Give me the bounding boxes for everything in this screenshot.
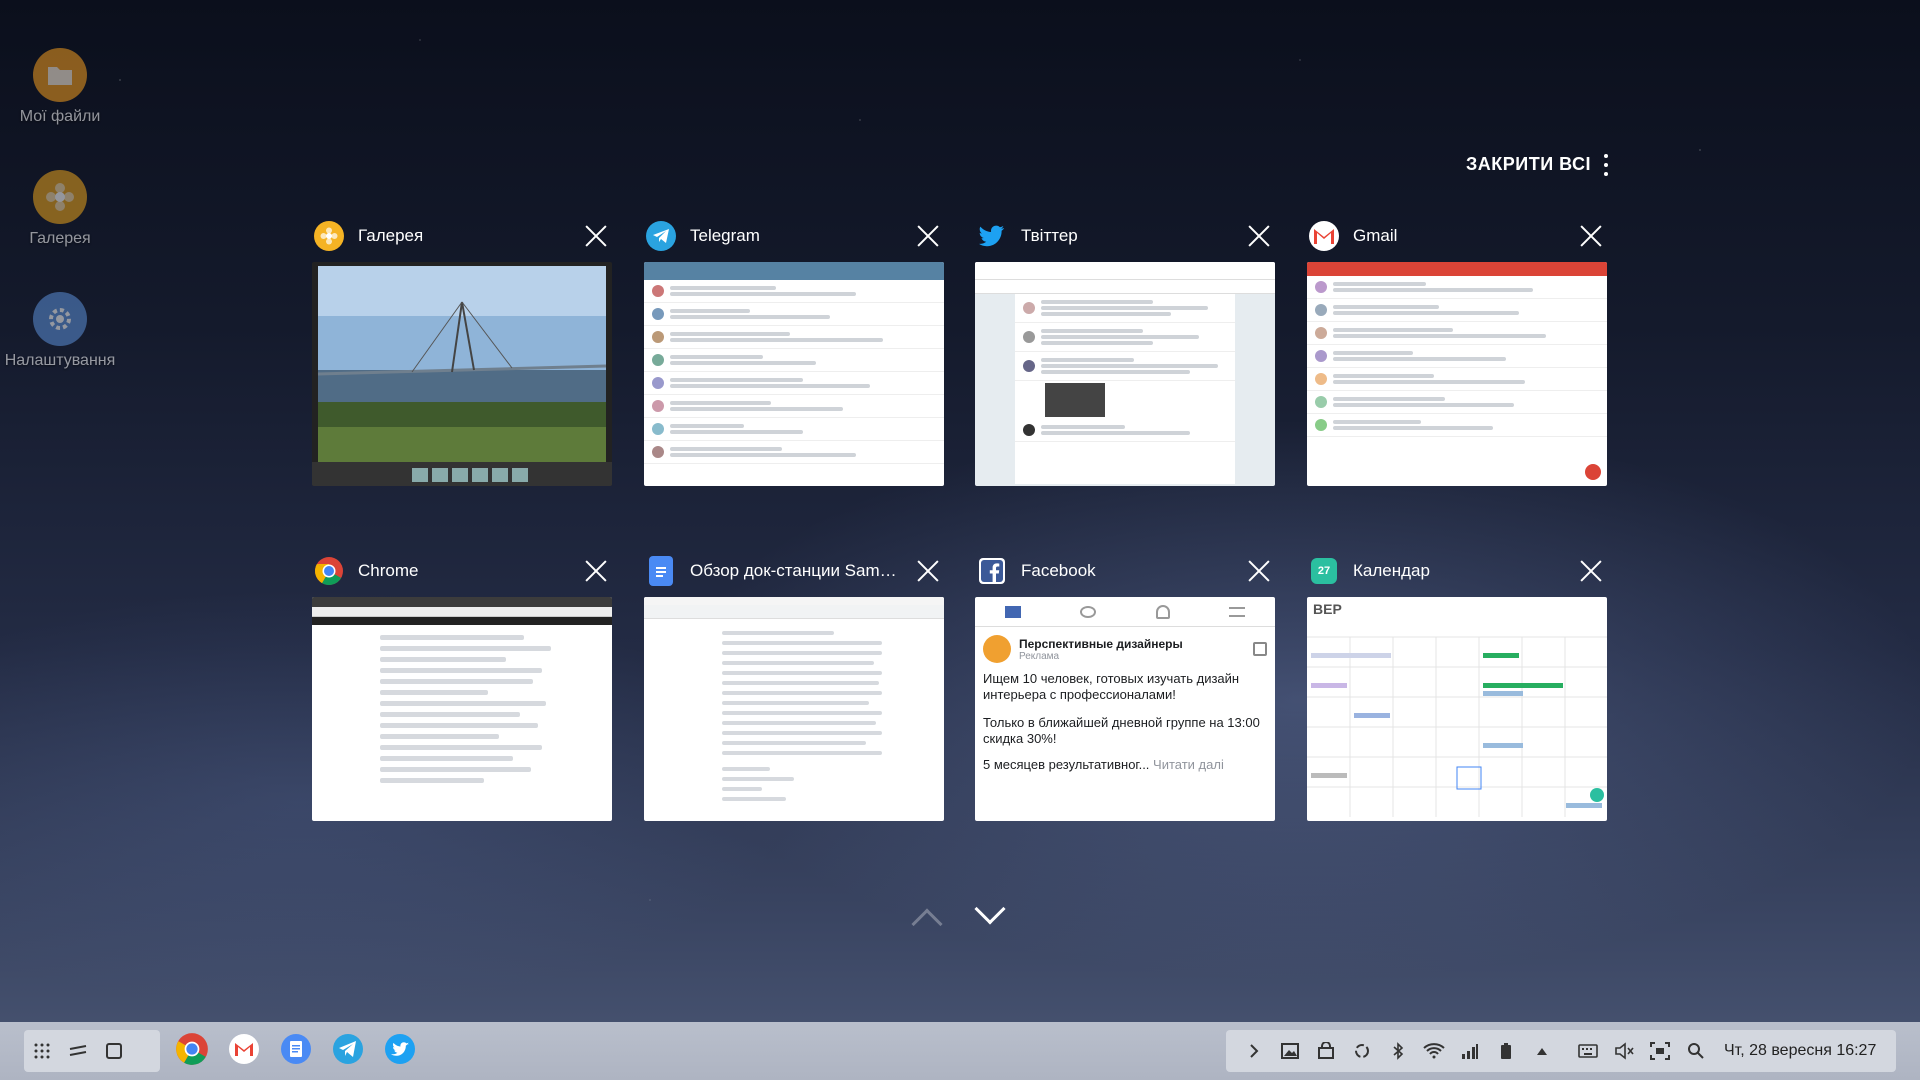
card-thumbnail[interactable] — [644, 597, 944, 821]
close-icon[interactable] — [1579, 224, 1603, 248]
card-header: Telegram — [644, 216, 944, 256]
close-icon[interactable] — [584, 559, 608, 583]
recent-card-calendar[interactable]: 27 Календар ВЕР — [1307, 551, 1607, 821]
chevron-right-icon[interactable] — [1236, 1033, 1272, 1069]
folder-icon — [33, 48, 87, 102]
system-tray: Чт, 28 вересня 16:27 — [1226, 1030, 1896, 1072]
more-options-icon[interactable] — [1596, 152, 1616, 178]
search-icon[interactable] — [1678, 1033, 1714, 1069]
keyboard-icon[interactable] — [1570, 1033, 1606, 1069]
card-header: Твіттер — [975, 216, 1275, 256]
card-thumbnail[interactable] — [1307, 262, 1607, 486]
recent-card-facebook[interactable]: Facebook Перспективные дизайнеры Реклама… — [975, 551, 1275, 821]
caret-up-icon[interactable] — [1524, 1033, 1560, 1069]
fb-post-text-2: Только в ближайшей дневной группе на 13:… — [983, 715, 1260, 746]
gear-icon — [33, 292, 87, 346]
wallpaper — [0, 0, 1920, 1080]
recents-icon[interactable] — [60, 1033, 96, 1069]
recent-card-twitter[interactable]: Твіттер — [975, 216, 1275, 486]
card-title: Gmail — [1353, 226, 1398, 245]
desktop-icon-my-files[interactable]: Мої файли — [0, 48, 120, 125]
card-header: 27 Календар — [1307, 551, 1607, 591]
card-thumbnail[interactable] — [644, 262, 944, 486]
card-title: Твіттер — [1021, 226, 1078, 245]
card-thumbnail[interactable]: ВЕР — [1307, 597, 1607, 821]
card-title: Telegram — [690, 226, 760, 245]
fb-post-text-1: Ищем 10 человек, готовых изучать дизайн … — [983, 671, 1240, 702]
like-icon — [1253, 642, 1267, 656]
card-title: Календар — [1353, 561, 1430, 580]
desktop-icon-label: Налаштування — [4, 352, 116, 369]
fb-sponsored: Реклама — [1019, 650, 1060, 662]
apps-grid-icon[interactable] — [24, 1033, 60, 1069]
flower-icon — [33, 170, 87, 224]
card-thumbnail[interactable] — [312, 597, 612, 821]
twitter-icon[interactable] — [382, 1031, 418, 1067]
desktop-icon-gallery[interactable]: Галерея — [0, 170, 120, 247]
taskbar-apps — [174, 1031, 418, 1067]
recent-card-gmail[interactable]: Gmail — [1307, 216, 1607, 486]
home-icon[interactable] — [96, 1033, 132, 1069]
docs-icon — [649, 556, 673, 586]
close-all-button[interactable]: ЗАКРИТИ ВСІ — [1466, 154, 1591, 175]
card-header: Chrome — [312, 551, 612, 591]
taskbar-nav-group — [24, 1030, 160, 1072]
close-icon[interactable] — [916, 559, 940, 583]
close-icon[interactable] — [1247, 559, 1271, 583]
telegram-icon — [646, 221, 676, 251]
recent-card-gallery[interactable]: Галерея — [312, 216, 612, 486]
docs-icon[interactable] — [278, 1031, 314, 1067]
desktop-icon-settings[interactable]: Налаштування — [0, 292, 120, 369]
close-icon[interactable] — [916, 224, 940, 248]
card-header: Gmail — [1307, 216, 1607, 256]
card-thumbnail[interactable] — [975, 262, 1275, 486]
facebook-icon — [979, 558, 1005, 584]
recent-card-telegram[interactable]: Telegram — [644, 216, 944, 486]
battery-icon[interactable] — [1488, 1033, 1524, 1069]
fb-read-more-link[interactable]: Читати далі — [1153, 757, 1224, 772]
card-title: Галерея — [358, 226, 424, 245]
card-title: Chrome — [358, 561, 419, 580]
recent-card-chrome[interactable]: Chrome — [312, 551, 612, 821]
card-title: Обзор док-станции Samsung... — [690, 561, 900, 580]
clock[interactable]: Чт, 28 вересня 16:27 — [1724, 1042, 1876, 1060]
gmail-icon — [1309, 221, 1339, 251]
close-icon[interactable] — [1579, 559, 1603, 583]
image-icon[interactable] — [1272, 1033, 1308, 1069]
store-icon[interactable] — [1308, 1033, 1344, 1069]
signal-icon[interactable] — [1452, 1033, 1488, 1069]
card-thumbnail[interactable] — [312, 262, 612, 486]
taskbar: Чт, 28 вересня 16:27 — [0, 1022, 1920, 1080]
gallery-icon — [314, 221, 344, 251]
desktop-icon-label: Мої файли — [19, 108, 101, 125]
thumb-toolbar — [644, 262, 944, 280]
screenshot-icon[interactable] — [1642, 1033, 1678, 1069]
close-icon[interactable] — [584, 224, 608, 248]
sync-icon[interactable] — [1344, 1033, 1380, 1069]
bluetooth-icon[interactable] — [1380, 1033, 1416, 1069]
fb-page-name: Перспективные дизайнеры — [1019, 636, 1183, 651]
card-title: Facebook — [1021, 561, 1096, 580]
recent-card-docs[interactable]: Обзор док-станции Samsung... — [644, 551, 944, 821]
mute-icon[interactable] — [1606, 1033, 1642, 1069]
wifi-icon[interactable] — [1416, 1033, 1452, 1069]
close-icon[interactable] — [1247, 224, 1271, 248]
chrome-icon — [314, 556, 344, 586]
chevron-up-icon[interactable] — [911, 908, 943, 940]
chevron-down-icon[interactable] — [974, 893, 1006, 925]
card-header: Галерея — [312, 216, 612, 256]
card-thumbnail[interactable]: Перспективные дизайнеры Реклама Ищем 10 … — [975, 597, 1275, 821]
calendar-month: ВЕР — [1313, 601, 1342, 617]
twitter-icon — [977, 221, 1007, 251]
card-header: Facebook — [975, 551, 1275, 591]
calendar-icon: 27 — [1311, 558, 1337, 584]
fb-post-text-3: 5 месяцев результативног... — [983, 757, 1150, 772]
gmail-icon[interactable] — [226, 1031, 262, 1067]
desktop-icon-label: Галерея — [29, 230, 91, 247]
telegram-icon[interactable] — [330, 1031, 366, 1067]
chrome-icon[interactable] — [174, 1031, 210, 1067]
card-header: Обзор док-станции Samsung... — [644, 551, 944, 591]
